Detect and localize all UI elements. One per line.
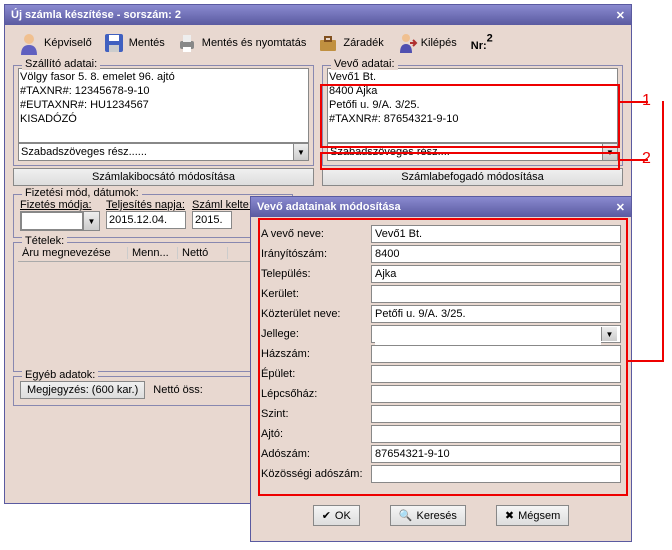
adoszam-input[interactable] (371, 445, 621, 463)
kilepes-button[interactable]: Kilépés (390, 29, 461, 57)
nr-label: Nr:2 (471, 32, 493, 55)
fizetes-mod-combo[interactable]: ▼ (20, 211, 100, 231)
dialog-titlebar: Vevő adatainak módosítása ✕ (251, 197, 631, 217)
vevo-freetext[interactable] (327, 143, 603, 161)
dialog-buttons: ✔OK 🔍Keresés ✖Mégsem (251, 499, 631, 532)
adoszam-label: Adószám: (261, 448, 371, 460)
annotation-label-1: 1 (642, 92, 651, 110)
briefcase-icon (316, 31, 340, 55)
vevo-textarea[interactable]: Vevő1 Bt.8400 AjkaPetőfi u. 9/A. 3/25.#T… (327, 68, 618, 143)
search-icon: 🔍 (399, 509, 413, 522)
chevron-down-icon[interactable]: ▼ (294, 143, 309, 161)
fizetes-legend: Fizetési mód, dátumok: (22, 187, 142, 199)
netto-ossz-label: Nettó öss: (153, 384, 203, 396)
close-icon[interactable]: ✕ (616, 201, 625, 214)
tetelek-header: Áru megnevezése Menn... Nettó (18, 245, 288, 262)
teljesites-label: Teljesítés napja: (106, 199, 186, 211)
close-icon[interactable]: ✕ (616, 9, 625, 22)
printer-icon (175, 31, 199, 55)
main-title: Új számla készítése - sorszám: 2 (11, 9, 181, 21)
egyeb-legend: Egyéb adatok: (22, 369, 98, 381)
vevo-legend: Vevő adatai: (331, 58, 398, 70)
kozter-input[interactable] (371, 305, 621, 323)
ok-button[interactable]: ✔OK (313, 505, 360, 526)
nev-input[interactable] (371, 225, 621, 243)
telep-label: Település: (261, 268, 371, 280)
hazszam-label: Házszám: (261, 348, 371, 360)
szint-label: Szint: (261, 408, 371, 420)
vevo-mod-button[interactable]: Számlabefogadó módosítása (322, 168, 623, 186)
tetelek-legend: Tételek: (22, 235, 67, 247)
annotation-line-3 (628, 360, 664, 362)
save-icon (102, 31, 126, 55)
szallito-fieldset: Szállító adatai: Völgy fasor 5. 8. emele… (13, 65, 314, 166)
telep-input[interactable] (371, 265, 621, 283)
euado-label: Közösségi adószám: (261, 468, 371, 480)
jelleg-combo[interactable]: ▼ (371, 325, 621, 343)
kozter-label: Közterület neve: (261, 308, 371, 320)
jelleg-label: Jellege: (261, 328, 371, 340)
kerulet-input[interactable] (371, 285, 621, 303)
check-icon: ✔ (322, 509, 331, 522)
chevron-down-icon[interactable]: ▼ (603, 143, 618, 161)
euado-input[interactable] (371, 465, 621, 483)
exit-icon (394, 31, 418, 55)
chevron-down-icon[interactable]: ▼ (601, 327, 617, 341)
ajto-label: Ajtó: (261, 428, 371, 440)
kereses-button[interactable]: 🔍Keresés (390, 505, 466, 526)
annotation-vline (662, 101, 664, 361)
cancel-icon: ✖ (505, 509, 514, 522)
col-netto: Nettó (178, 247, 228, 259)
szallito-legend: Szállító adatai: (22, 58, 100, 70)
hazszam-input[interactable] (371, 345, 621, 363)
vevo-fieldset: Vevő adatai: Vevő1 Bt.8400 AjkaPetőfi u.… (322, 65, 623, 166)
epulet-label: Épület: (261, 368, 371, 380)
zaradek-button[interactable]: Záradék (312, 29, 387, 57)
col-aru: Áru megnevezése (18, 247, 128, 259)
szint-input[interactable] (371, 405, 621, 423)
chevron-down-icon[interactable]: ▼ (83, 212, 99, 230)
szallito-mod-button[interactable]: Számlakibocsátó módosítása (13, 168, 314, 186)
lepcso-label: Lépcsőház: (261, 388, 371, 400)
irsz-label: Irányítószám: (261, 248, 371, 260)
megjegyzes-button[interactable]: Megjegyzés: (600 kar.) (20, 381, 145, 399)
kelte-input[interactable] (192, 211, 232, 229)
kelte-label: Száml kelte: (192, 199, 252, 211)
person-icon (17, 31, 41, 55)
kerulet-label: Kerület: (261, 288, 371, 300)
lepcso-input[interactable] (371, 385, 621, 403)
annotation-label-2: 2 (642, 150, 651, 168)
teljesites-input[interactable] (106, 211, 186, 229)
szallito-freetext[interactable] (18, 143, 294, 161)
kepviselo-button[interactable]: Képviselő (13, 29, 96, 57)
mentes-nyomtatas-button[interactable]: Mentés és nyomtatás (171, 29, 311, 57)
ajto-input[interactable] (371, 425, 621, 443)
vevo-dialog: Vevő adatainak módosítása ✕ A vevő neve:… (250, 196, 632, 542)
epulet-input[interactable] (371, 365, 621, 383)
toolbar: Képviselő Mentés Mentés és nyomtatás Zár… (5, 25, 631, 61)
main-titlebar: Új számla készítése - sorszám: 2 ✕ (5, 5, 631, 25)
szallito-textarea[interactable]: Völgy fasor 5. 8. emelet 96. ajtó#TAXNR#… (18, 68, 309, 143)
col-menn: Menn... (128, 247, 178, 259)
irsz-input[interactable] (371, 245, 621, 263)
megsem-button[interactable]: ✖Mégsem (496, 505, 569, 526)
mentes-button[interactable]: Mentés (98, 29, 169, 57)
fizetes-mod-label: Fizetés módja: (20, 199, 100, 211)
nev-label: A vevő neve: (261, 228, 371, 240)
dialog-title: Vevő adatainak módosítása (257, 201, 401, 213)
